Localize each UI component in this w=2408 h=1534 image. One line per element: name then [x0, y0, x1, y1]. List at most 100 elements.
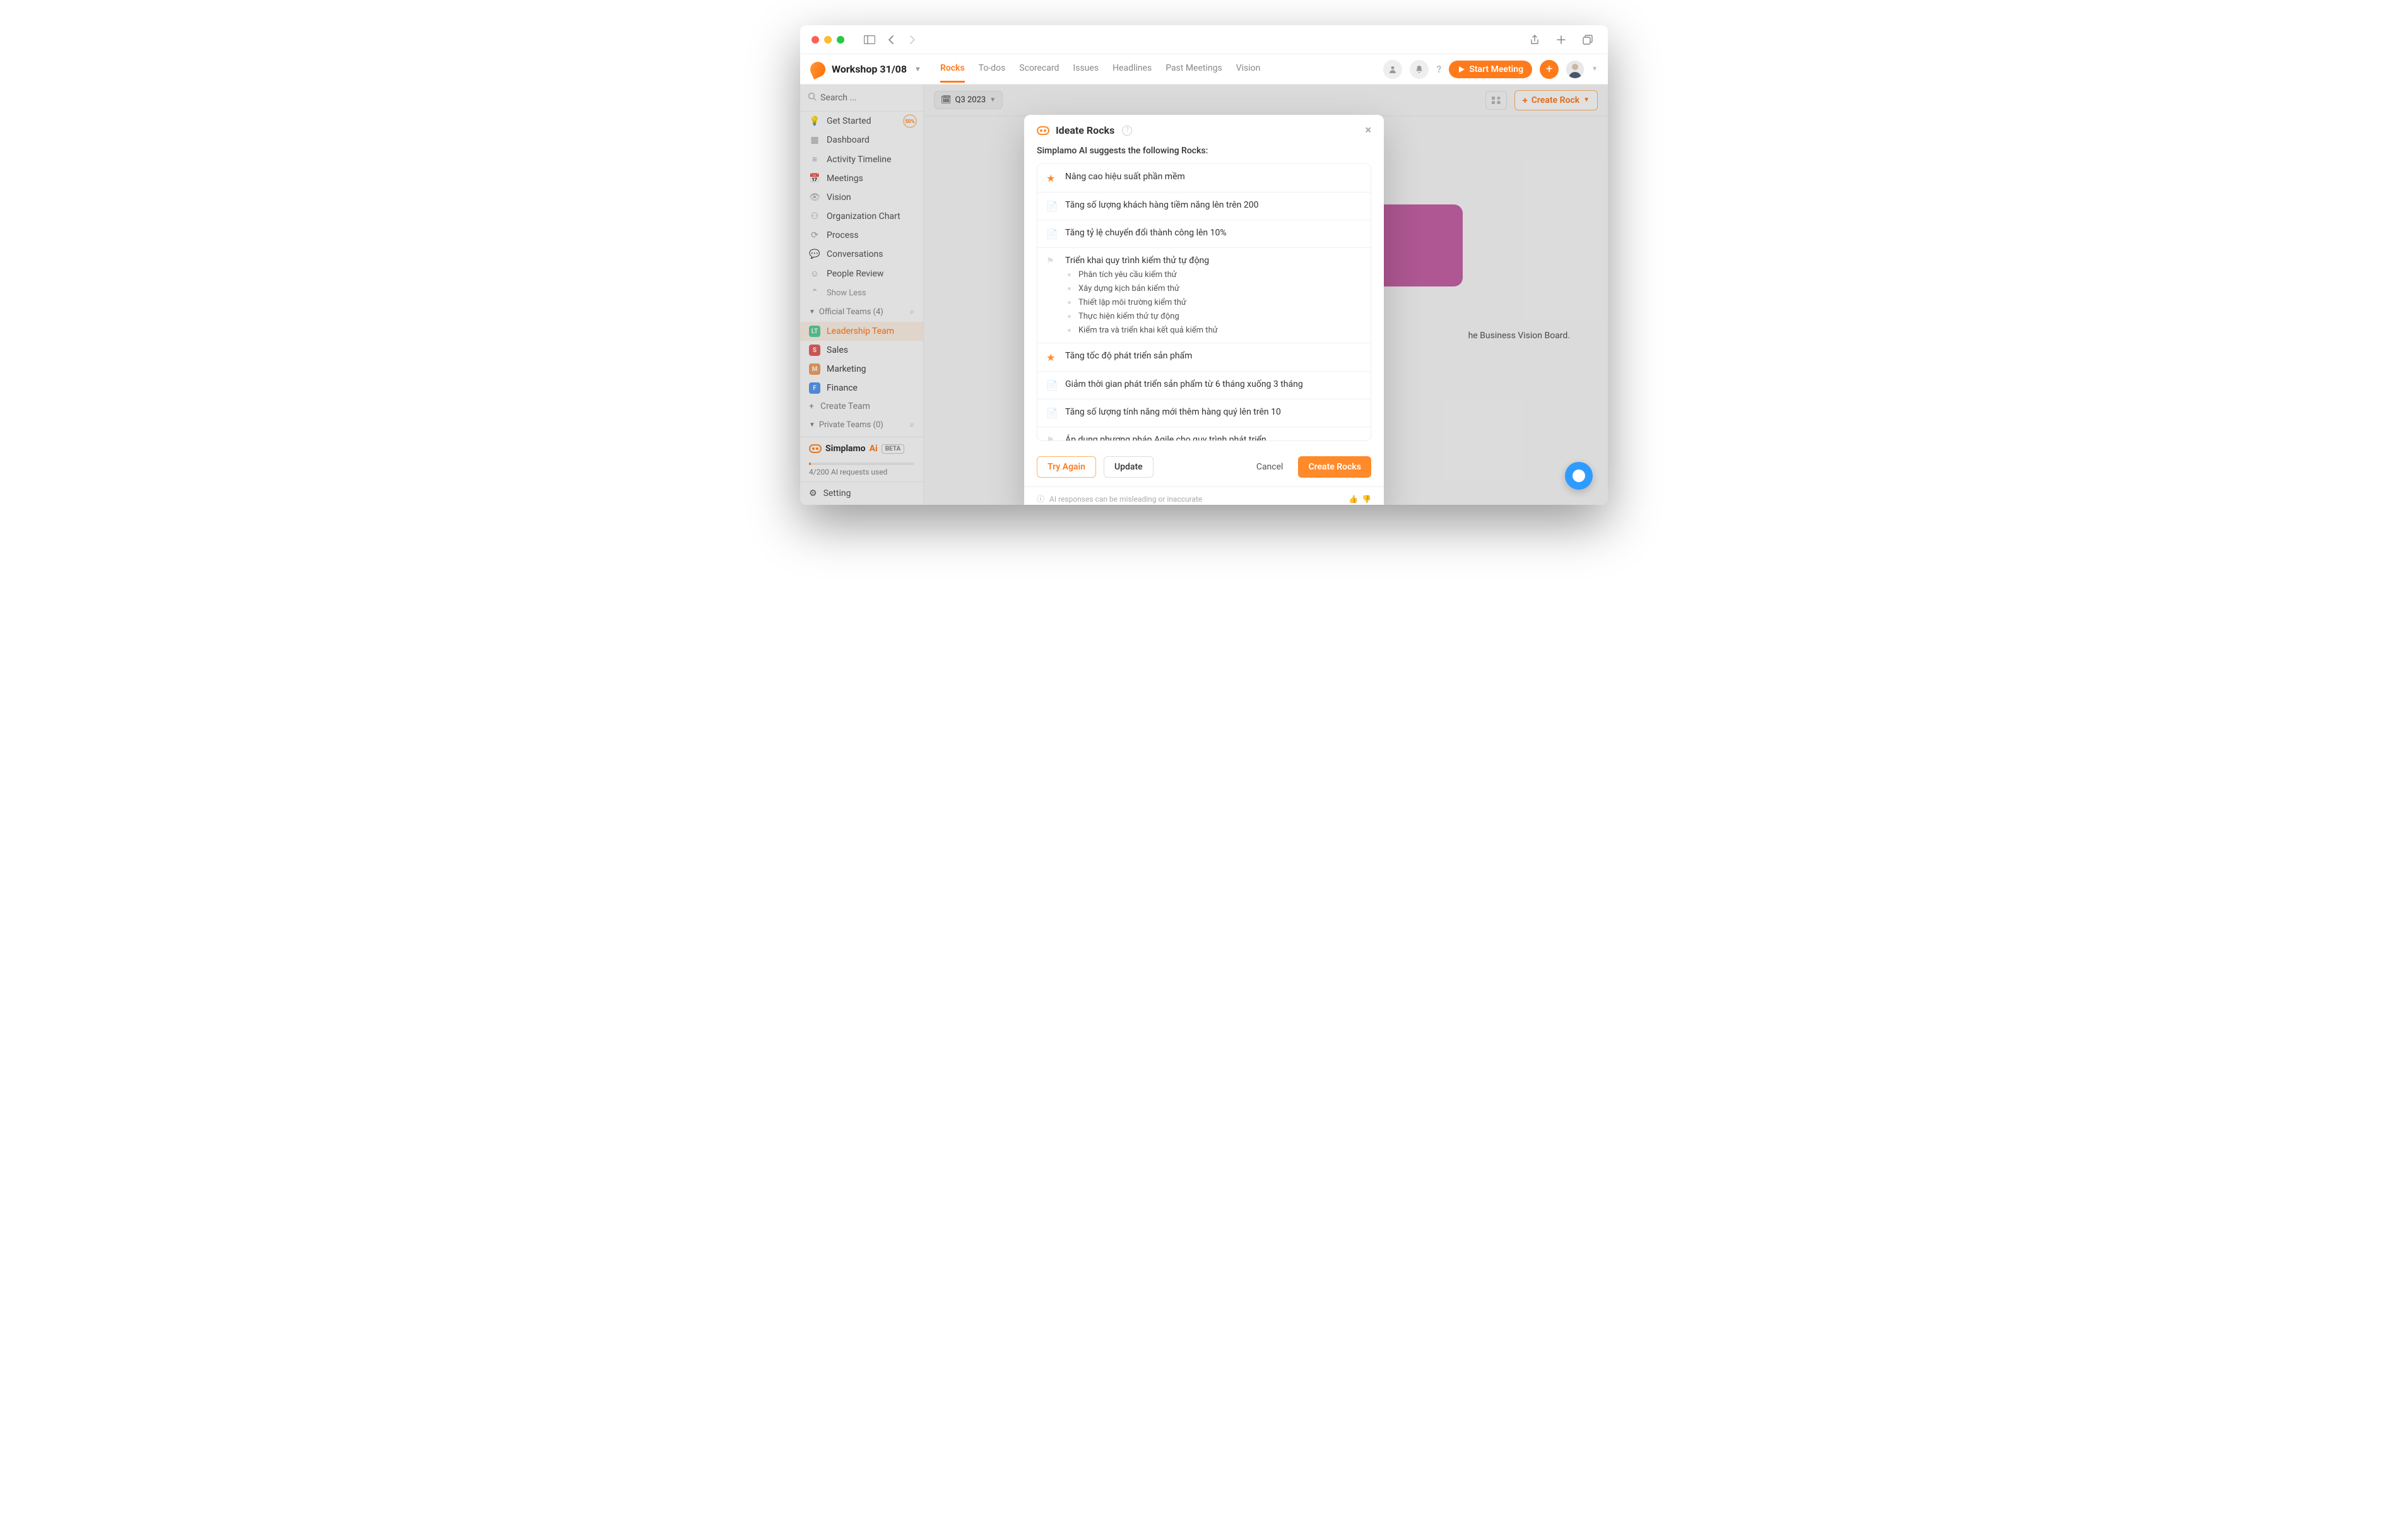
create-rocks-button[interactable]: Create Rocks: [1298, 456, 1371, 478]
rock-suggestion-row[interactable]: ★Nâng cao hiệu suất phần mềm: [1037, 164, 1371, 192]
chevron-down-icon: ▼: [809, 309, 815, 316]
rock-suggestion-row[interactable]: 📄 Tăng số lượng tính năng mới thêm hàng q…: [1037, 399, 1371, 427]
rock-content: Tăng tỷ lệ chuyển đổi thành công lên 10%: [1065, 228, 1362, 238]
search-icon[interactable]: ⌕: [910, 420, 914, 430]
rock-suggestion-row[interactable]: ⚑Áp dụng phương pháp Agile cho quy trình…: [1037, 427, 1371, 441]
flag-icon: ⚑: [1046, 256, 1058, 266]
tab-headlines[interactable]: Headlines: [1113, 63, 1152, 83]
workspace-dropdown-icon[interactable]: ▼: [914, 65, 921, 73]
ai-usage-bar: [809, 463, 914, 465]
user-icon[interactable]: [1383, 60, 1402, 79]
search-row[interactable]: ⌘ K: [800, 85, 923, 112]
bell-icon[interactable]: [1410, 60, 1429, 79]
chevron-up-icon: ⌃: [809, 288, 820, 298]
tab-past-meetings[interactable]: Past Meetings: [1166, 63, 1222, 83]
rock-title: Nâng cao hiệu suất phần mềm: [1065, 172, 1362, 182]
profile-avatar[interactable]: [1566, 61, 1584, 78]
start-meeting-button[interactable]: Start Meeting: [1449, 61, 1532, 78]
measure-icon: 📄: [1046, 228, 1058, 240]
help-icon[interactable]: ?: [1436, 63, 1441, 75]
modal-footer: ⓘ AI responses can be misleading or inac…: [1024, 487, 1384, 505]
close-icon[interactable]: ×: [1365, 124, 1371, 137]
titlebar: [800, 25, 1608, 54]
search-input[interactable]: [820, 93, 933, 103]
nav-get-started[interactable]: 💡Get Started50%: [800, 112, 923, 131]
ai-logo-icon: [809, 444, 822, 453]
tab-rocks[interactable]: Rocks: [940, 63, 965, 83]
browser-window: Workshop 31/08 ▼ Rocks To-dos Scorecard …: [800, 25, 1608, 505]
rock-title: Áp dụng phương pháp Agile cho quy trình …: [1065, 435, 1362, 441]
nav-vision[interactable]: 👁Vision: [800, 188, 923, 207]
close-window-button[interactable]: [812, 36, 819, 44]
rock-subtask: Xây dựng kịch bản kiểm thử: [1065, 284, 1362, 293]
search-icon[interactable]: ⌕: [910, 307, 914, 317]
nav-org-chart[interactable]: ⚇Organization Chart: [800, 207, 923, 226]
grid-icon: ▦: [809, 135, 820, 145]
try-again-button[interactable]: Try Again: [1037, 456, 1096, 478]
team-leadership[interactable]: LTLeadership Team: [800, 322, 923, 341]
chevron-down-icon: ▼: [989, 97, 996, 103]
help-icon[interactable]: ?: [1122, 126, 1132, 136]
info-icon: ⓘ: [1037, 493, 1044, 504]
rock-content: Triển khai quy trình kiểm thử tự động Phâ…: [1065, 256, 1362, 335]
official-teams-header[interactable]: ▼Official Teams (4)⌕: [800, 302, 923, 322]
new-tab-icon[interactable]: [1552, 31, 1570, 49]
nav-forward-icon[interactable]: [904, 31, 921, 49]
rock-subtask: Thực hiện kiểm thử tự động: [1065, 312, 1362, 321]
rock-title: Tăng số lượng tính năng mới thêm hàng qu…: [1065, 407, 1362, 417]
tab-todos[interactable]: To-dos: [979, 63, 1006, 83]
rock-suggestion-row[interactable]: 📄 Giảm thời gian phát triển sản phẩm từ 6…: [1037, 372, 1371, 399]
create-team-button[interactable]: +Create Team: [800, 398, 923, 415]
chat-widget-button[interactable]: [1565, 462, 1593, 490]
add-button[interactable]: +: [1540, 60, 1559, 79]
minimize-window-button[interactable]: [824, 36, 832, 44]
update-button[interactable]: Update: [1104, 456, 1154, 478]
tab-vision[interactable]: Vision: [1236, 63, 1261, 83]
rock-title: Giảm thời gian phát triển sản phẩm từ 6 …: [1065, 379, 1362, 389]
search-icon: [808, 92, 817, 103]
measure-icon: 📄: [1046, 408, 1058, 419]
team-finance[interactable]: FFinance: [800, 379, 923, 398]
progress-ring: 50%: [903, 114, 917, 128]
vision-hint-text: he Business Vision Board.: [1468, 331, 1570, 341]
team-sales[interactable]: SSales: [800, 341, 923, 360]
nav-activity[interactable]: ≡Activity Timeline: [800, 150, 923, 169]
view-toggle-button[interactable]: [1485, 91, 1507, 110]
ai-brand-box[interactable]: Simplamo Ai BETA: [800, 437, 923, 460]
team-marketing[interactable]: MMarketing: [800, 360, 923, 379]
beta-badge: BETA: [882, 444, 905, 454]
nav-meetings[interactable]: 📅Meetings: [800, 169, 923, 188]
team-badge: M: [809, 363, 820, 375]
rock-suggestion-row[interactable]: 📄 Tăng tỷ lệ chuyển đổi thành công lên 10…: [1037, 220, 1371, 248]
maximize-window-button[interactable]: [837, 36, 844, 44]
nav-conversations[interactable]: 💬Conversations: [800, 245, 923, 264]
private-teams-header[interactable]: ▼Private Teams (0)⌕: [800, 415, 923, 435]
rock-content: Tăng số lượng khách hàng tiềm năng lên t…: [1065, 200, 1362, 210]
thumbs-down-icon[interactable]: 👎: [1362, 495, 1371, 504]
quarter-selector[interactable]: 🗓 Q3 2023 ▼: [934, 91, 1003, 109]
tab-overview-icon[interactable]: [1579, 31, 1596, 49]
sidebar-toggle-icon[interactable]: [861, 31, 878, 49]
rock-suggestion-row[interactable]: 📄Tăng số lượng khách hàng tiềm năng lên …: [1037, 192, 1371, 220]
team-badge: S: [809, 345, 820, 356]
rock-title: Triển khai quy trình kiểm thử tự động: [1065, 256, 1362, 266]
create-rock-button[interactable]: + Create Rock ▼: [1514, 90, 1598, 110]
tab-issues[interactable]: Issues: [1073, 63, 1099, 83]
tab-scorecard[interactable]: Scorecard: [1019, 63, 1059, 83]
setting-link[interactable]: ⚙Setting: [800, 481, 923, 505]
share-icon[interactable]: [1526, 31, 1543, 49]
rock-content: Nâng cao hiệu suất phần mềm: [1065, 172, 1362, 182]
rock-suggestion-row[interactable]: ★Tăng tốc độ phát triển sản phẩm: [1037, 343, 1371, 372]
rock-suggestion-row[interactable]: ⚑ Triển khai quy trình kiểm thử tự động Ph…: [1037, 248, 1371, 343]
measure-icon: 📄: [1046, 380, 1058, 391]
nav-process[interactable]: ⟳Process: [800, 226, 923, 245]
show-less-toggle[interactable]: ⌃Show Less: [800, 283, 923, 302]
profile-dropdown-icon[interactable]: ▼: [1591, 66, 1598, 73]
rock-subtask: Phân tích yêu cầu kiểm thử: [1065, 270, 1362, 280]
nav-back-icon[interactable]: [882, 31, 900, 49]
nav-people-review[interactable]: ☺People Review: [800, 264, 923, 283]
nav-dashboard[interactable]: ▦Dashboard: [800, 131, 923, 150]
cancel-button[interactable]: Cancel: [1249, 457, 1291, 477]
rock-title: Tăng tốc độ phát triển sản phẩm: [1065, 351, 1362, 361]
thumbs-up-icon[interactable]: 👍: [1349, 495, 1358, 504]
